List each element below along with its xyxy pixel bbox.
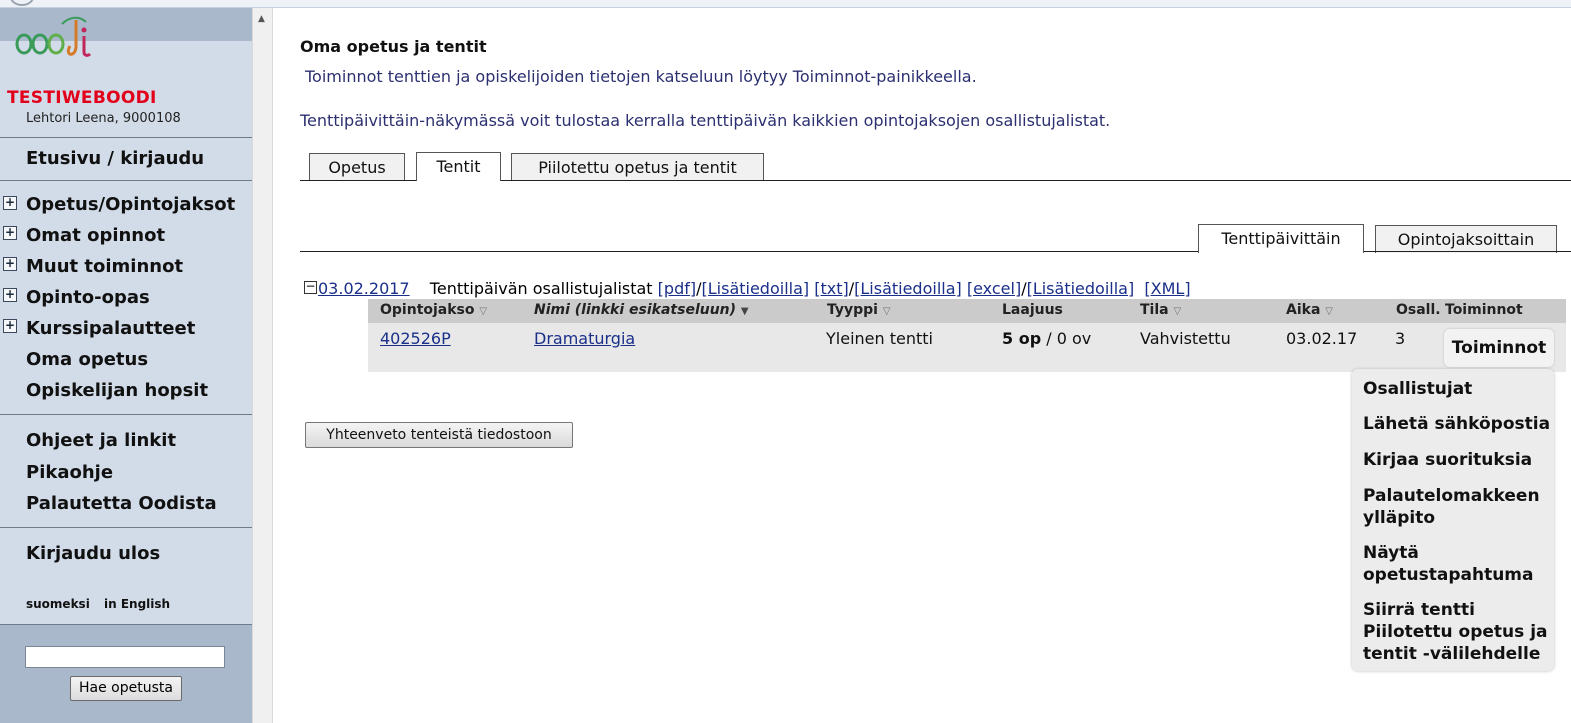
nav-ohjeet-ja-linkit[interactable]: Ohjeet ja linkit	[26, 430, 176, 451]
nav-opinto-opas[interactable]: Opinto-opas	[26, 287, 150, 308]
expand-plus-icon[interactable]: +	[3, 196, 17, 210]
credits-op: 5 op	[1002, 329, 1042, 348]
credits-separator: /	[1046, 329, 1052, 348]
subtab-underline	[300, 251, 1198, 252]
sort-arrow-icon[interactable]: ▽	[883, 306, 891, 317]
column-label: Nimi (linkki esikatseluun)	[534, 302, 737, 318]
exam-type: Yleinen tentti	[826, 329, 933, 348]
actions-button[interactable]: Toiminnot	[1444, 329, 1554, 367]
excel-extra-link[interactable]: [Lisätiedoilla]	[1027, 279, 1135, 298]
nav-palautetta-oodista[interactable]: Palautetta Oodista	[26, 493, 217, 514]
column-header-laajuus: Laajuus	[1002, 302, 1063, 318]
summary-export-button[interactable]: Yhteenveto tenteistä tiedostoon	[305, 422, 573, 448]
date-list-row: 03.02.2017 Tenttipäivän osallistujalista…	[318, 279, 1191, 298]
scroll-up-arrow-icon[interactable]: ▲	[258, 14, 265, 24]
sort-arrow-icon[interactable]: ▽	[1173, 306, 1181, 317]
column-label: Opintojakso	[380, 302, 475, 318]
lang-finnish-link[interactable]: suomeksi	[26, 597, 90, 611]
subtab-tenttipaivittain[interactable]: Tenttipäivittäin	[1198, 224, 1364, 253]
nav-pikaohje[interactable]: Pikaohje	[26, 462, 113, 483]
nav-oma-opetus[interactable]: Oma opetus	[26, 349, 148, 370]
exam-time: 03.02.17	[1286, 329, 1358, 348]
sort-arrow-icon[interactable]: ▽	[1325, 306, 1333, 317]
nav-opetus-opintojaksot[interactable]: Opetus/Opintojaksot	[26, 194, 235, 215]
menu-item-laheta-sahkopostia[interactable]: Lähetä sähköpostia	[1363, 413, 1550, 435]
nav-kurssipalautteet[interactable]: Kurssipalautteet	[26, 318, 195, 339]
column-header-tyyppi[interactable]: Tyyppi ▽	[827, 302, 891, 318]
info-text: Toiminnot tenttien ja opiskelijoiden tie…	[305, 67, 977, 86]
logout-link[interactable]: Kirjaudu ulos	[26, 543, 160, 564]
column-label: Tila	[1140, 302, 1169, 318]
expand-plus-icon[interactable]: +	[3, 226, 17, 240]
sort-arrow-icon[interactable]: ▽	[479, 306, 487, 317]
participant-count: 3	[1395, 329, 1406, 348]
user-name: Lehtori Leena, 9000108	[26, 111, 181, 126]
collapse-minus-icon[interactable]: −	[304, 280, 317, 294]
nav-opiskelijan-hopsit[interactable]: Opiskelijan hopsit	[26, 380, 208, 401]
xml-link[interactable]: [XML]	[1144, 279, 1190, 298]
column-label: Tyyppi	[827, 302, 878, 318]
exam-date-link[interactable]: 03.02.2017	[318, 279, 410, 298]
expand-plus-icon[interactable]: +	[3, 257, 17, 271]
pdf-extra-link[interactable]: [Lisätiedoilla]	[702, 279, 810, 298]
tab-underline	[501, 180, 1571, 181]
sidebar-divider	[0, 137, 252, 138]
sidebar-scrollbar[interactable]: ▲	[252, 8, 273, 723]
course-code-link[interactable]: 402526P	[380, 329, 451, 348]
nav-muut-toiminnot[interactable]: Muut toiminnot	[26, 256, 183, 277]
course-name-link[interactable]: Dramaturgia	[534, 329, 635, 348]
menu-item-osallistujat[interactable]: Osallistujat	[1363, 378, 1472, 400]
expand-plus-icon[interactable]: +	[3, 319, 17, 333]
column-header-toiminnot: Toiminnot	[1445, 302, 1523, 318]
column-header-opintojakso[interactable]: Opintojakso ▽	[380, 302, 487, 318]
column-header-tila[interactable]: Tila ▽	[1140, 302, 1181, 318]
search-button[interactable]: Hae opetusta	[70, 676, 182, 701]
oodi-logo[interactable]	[14, 12, 104, 62]
sort-arrow-icon[interactable]: ▼	[741, 306, 749, 317]
menu-item-palautelomake[interactable]: Palautelomakkeen ylläpito	[1363, 485, 1553, 529]
tab-piilotettu[interactable]: Piilotettu opetus ja tentit	[511, 153, 764, 181]
status: Vahvistettu	[1140, 329, 1231, 348]
column-header-nimi[interactable]: Nimi (linkki esikatseluun) ▼	[534, 302, 749, 318]
subtab-opintojaksoittain[interactable]: Opintojaksoittain	[1375, 225, 1557, 253]
tab-tentit[interactable]: Tentit	[416, 152, 501, 181]
txt-link[interactable]: [txt]	[814, 279, 849, 298]
excel-link[interactable]: [excel]	[967, 279, 1021, 298]
lang-english-link[interactable]: in English	[104, 597, 170, 611]
txt-extra-link[interactable]: [Lisätiedoilla]	[854, 279, 962, 298]
browser-circle-icon	[10, 0, 34, 6]
sidebar-divider	[0, 624, 252, 625]
sidebar-divider	[0, 414, 252, 415]
column-header-osall: Osall.	[1396, 302, 1441, 318]
credits: 5 op / 0 ov	[1002, 329, 1091, 348]
tab-underline	[300, 180, 416, 181]
info-text: Tenttipäivittäin-näkymässä voit tulostaa…	[300, 111, 1111, 130]
sidebar-divider	[0, 180, 252, 181]
search-input[interactable]	[25, 646, 225, 668]
search-area	[0, 625, 252, 723]
browser-top-strip	[0, 0, 1571, 8]
menu-item-nayta-opetustapahtuma[interactable]: Näytä opetustapahtuma	[1363, 542, 1533, 586]
tab-opetus[interactable]: Opetus	[309, 153, 405, 181]
column-header-aika[interactable]: Aika ▽	[1286, 302, 1333, 318]
sidebar-divider	[0, 527, 252, 528]
menu-item-kirjaa-suorituksia[interactable]: Kirjaa suorituksia	[1363, 449, 1532, 471]
pdf-link[interactable]: [pdf]	[658, 279, 696, 298]
list-label: Tenttipäivän osallistujalistat	[429, 279, 653, 298]
nav-omat-opinnot[interactable]: Omat opinnot	[26, 225, 165, 246]
menu-item-siirra-tentti[interactable]: Siirrä tentti Piilotettu opetus ja tenti…	[1363, 599, 1558, 665]
expand-plus-icon[interactable]: +	[3, 288, 17, 302]
credits-ov: 0 ov	[1056, 329, 1092, 348]
site-name: TESTIWEBOODI	[7, 88, 157, 108]
page-title: Oma opetus ja tentit	[300, 37, 487, 56]
subtab-underline	[1364, 251, 1571, 252]
column-label: Aika	[1286, 302, 1321, 318]
nav-home[interactable]: Etusivu / kirjaudu	[26, 148, 204, 169]
